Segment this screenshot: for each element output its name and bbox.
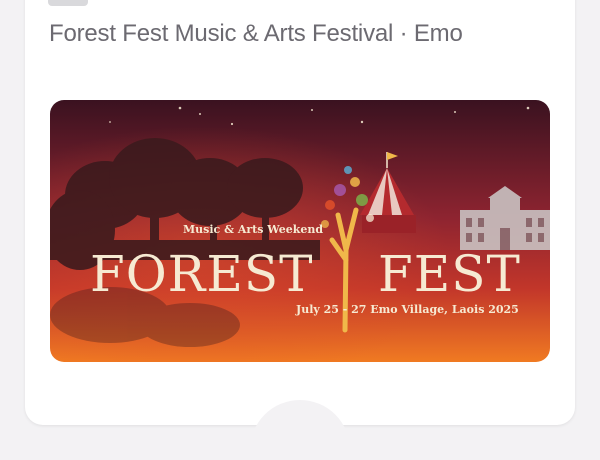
banner-title-fest: FEST	[378, 245, 521, 303]
banner-tagline: Music & Arts Weekend	[183, 223, 323, 236]
previous-card-edge	[48, 0, 88, 6]
event-banner-image[interactable]: Music & Arts Weekend FOREST FEST July 25…	[50, 100, 550, 362]
banner-dates-location: July 25 - 27 Emo Village, Laois 2025	[295, 303, 519, 316]
banner-title-forest: FOREST	[90, 245, 313, 303]
event-title: Forest Fest Music & Arts Festival · Emo	[49, 20, 463, 47]
